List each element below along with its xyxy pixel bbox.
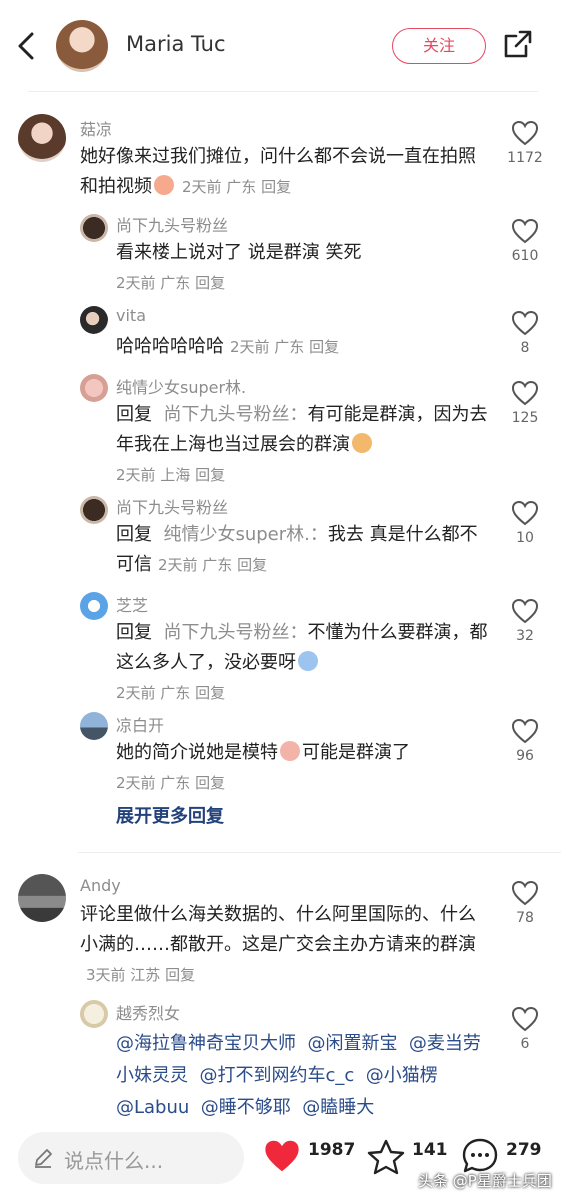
- like-total: 1987: [308, 1140, 356, 1160]
- heart-outline-icon: [511, 120, 539, 146]
- back-arrow-icon[interactable]: [10, 28, 42, 64]
- comment-user[interactable]: 纯情少女super林.: [116, 374, 246, 398]
- comment-placeholder: 说点什么...: [64, 1149, 164, 1173]
- emoji-icon: [280, 741, 300, 761]
- like-button[interactable]: 6: [498, 1006, 552, 1052]
- divider: [78, 852, 561, 853]
- pen-icon: [35, 1149, 52, 1168]
- like-button[interactable]: 125: [498, 380, 552, 426]
- like-count: 8: [520, 340, 530, 356]
- comment-meta[interactable]: 2天前 上海 回复: [116, 466, 225, 484]
- like-count: 78: [516, 910, 534, 926]
- comment-meta[interactable]: 2天前 广东 回复: [116, 684, 225, 702]
- emoji-icon: [352, 433, 372, 453]
- comment-meta[interactable]: 2天前 广东 回复: [182, 178, 291, 196]
- comment-user[interactable]: 凉白开: [116, 712, 164, 736]
- comment-text[interactable]: 她的简介说她是模特 可能是群演了 2天前 广东 回复: [116, 738, 488, 798]
- comment-meta[interactable]: 2天前 广东 回复: [158, 556, 267, 574]
- avatar[interactable]: [80, 592, 108, 620]
- avatar[interactable]: [80, 1000, 108, 1028]
- like-count: 10: [516, 530, 534, 546]
- heart-outline-icon: [511, 218, 539, 244]
- like-count: 125: [511, 410, 539, 426]
- collapsed-content-strip: [28, 78, 538, 92]
- like-button[interactable]: 32: [498, 598, 552, 644]
- comment-user[interactable]: 尚下九头号粉丝: [116, 212, 228, 236]
- comment-user[interactable]: 菇凉: [80, 116, 112, 140]
- like-button[interactable]: 1172: [498, 120, 552, 166]
- like-button[interactable]: 78: [498, 880, 552, 926]
- star-icon[interactable]: [366, 1138, 406, 1176]
- comment-user[interactable]: 芝芝: [116, 592, 148, 616]
- avatar[interactable]: [80, 214, 108, 242]
- heart-outline-icon: [511, 500, 539, 526]
- comment-meta[interactable]: 3天前 江苏 回复: [86, 966, 195, 984]
- avatar[interactable]: [80, 374, 108, 402]
- like-count: 6: [520, 1036, 530, 1052]
- like-button[interactable]: 610: [498, 218, 552, 264]
- comment-text[interactable]: 评论里做什么海关数据的、什么阿里国际的、什么小满的……都散开。这是广交会主办方请…: [80, 900, 476, 990]
- heart-outline-icon: [511, 310, 539, 336]
- comment-text[interactable]: 回复 尚下九头号粉丝：有可能是群演，因为去年我在上海也当过展会的群演 2天前 上海…: [116, 400, 488, 490]
- comment-input[interactable]: 说点什么...: [18, 1132, 244, 1184]
- heart-outline-icon: [511, 598, 539, 624]
- avatar[interactable]: [18, 874, 66, 922]
- comment-text[interactable]: @海拉鲁神奇宝贝大师 @闲置新宝 @麦当劳小妹灵灵 @打不到网约车c_c @小猫…: [116, 1028, 486, 1124]
- comment-text[interactable]: 看来楼上说对了 说是群演 笑死 2天前 广东 回复: [116, 238, 486, 298]
- avatar[interactable]: [80, 306, 108, 334]
- like-button[interactable]: 10: [498, 500, 552, 546]
- like-button[interactable]: 8: [498, 310, 552, 356]
- share-icon[interactable]: [502, 28, 534, 60]
- expand-more-replies[interactable]: 展开更多回复: [116, 802, 224, 828]
- heart-outline-icon: [511, 718, 539, 744]
- emoji-icon: [298, 651, 318, 671]
- follow-button[interactable]: 关注: [392, 28, 486, 64]
- comment-meta[interactable]: 2天前 广东 回复: [230, 338, 339, 356]
- comment-user[interactable]: 尚下九头号粉丝: [116, 494, 228, 518]
- like-count: 32: [516, 628, 534, 644]
- comment-user[interactable]: Andy: [80, 876, 121, 895]
- author-avatar[interactable]: [56, 20, 108, 72]
- comment-user[interactable]: vita: [116, 306, 146, 325]
- like-count: 610: [511, 248, 539, 264]
- heart-outline-icon: [511, 1006, 539, 1032]
- like-count: 1172: [507, 150, 543, 166]
- like-count: 96: [516, 748, 534, 764]
- top-bar: Maria Tuc 关注: [0, 0, 561, 92]
- comment-total: 279: [506, 1140, 542, 1160]
- heart-filled-icon[interactable]: [262, 1138, 302, 1174]
- like-button[interactable]: 96: [498, 718, 552, 764]
- watermark: 头条 @P星爵士兵团: [418, 1172, 552, 1190]
- comment-text[interactable]: 回复 纯情少女super林.：我去 真是什么都不可信 2天前 广东 回复: [116, 520, 488, 580]
- comment-text[interactable]: 哈哈哈哈哈哈 2天前 广东 回复: [116, 332, 486, 362]
- comment-user[interactable]: 越秀烈女: [116, 1000, 180, 1024]
- heart-outline-icon: [511, 380, 539, 406]
- comment-text[interactable]: 她好像来过我们摊位，问什么都不会说一直在拍照和拍视频 2天前 广东 回复: [80, 142, 476, 202]
- avatar[interactable]: [18, 114, 66, 162]
- avatar[interactable]: [80, 712, 108, 740]
- star-total: 141: [412, 1140, 448, 1160]
- comment-meta[interactable]: 2天前 广东 回复: [116, 274, 225, 292]
- heart-outline-icon: [511, 880, 539, 906]
- comment-meta[interactable]: 2天前 广东 回复: [116, 774, 225, 792]
- avatar[interactable]: [80, 496, 108, 524]
- comment-text[interactable]: 回复 尚下九头号粉丝：不懂为什么要群演，都这么多人了，没必要呀 2天前 广东 回复: [116, 618, 488, 708]
- emoji-icon: [154, 175, 174, 195]
- author-name[interactable]: Maria Tuc: [126, 32, 226, 56]
